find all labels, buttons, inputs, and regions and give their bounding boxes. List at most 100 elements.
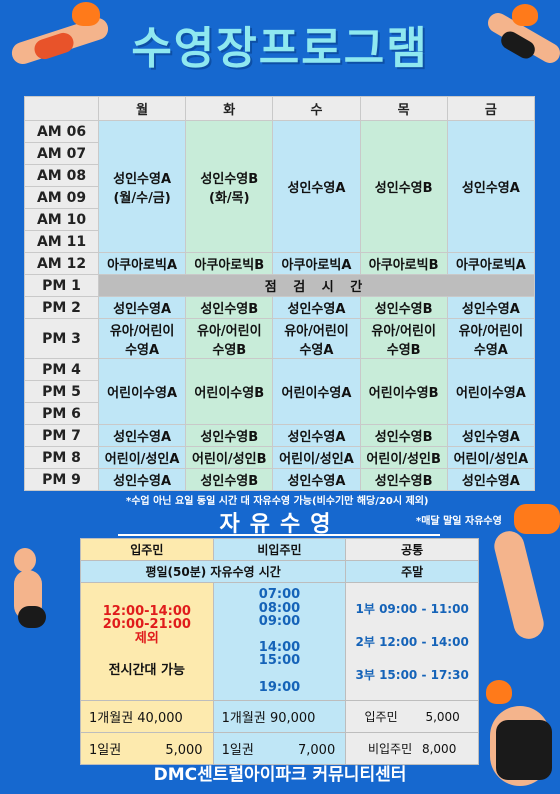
time-label: PM 6 bbox=[24, 402, 99, 425]
class-cell: 성인수영A bbox=[446, 468, 536, 491]
table-row: AM 12 아쿠아로빅A 아쿠아로빅B 아쿠아로빅A 아쿠아로빅B 아쿠아로빅A bbox=[24, 252, 536, 275]
resident-excluded-times: 12:00-14:00 20:00-21:00 제외 bbox=[102, 603, 191, 646]
class-cell: 성인수영A bbox=[272, 424, 361, 447]
time-label: PM 8 bbox=[24, 446, 99, 469]
class-cell: 어린이수영B bbox=[359, 358, 448, 425]
time-label: PM 2 bbox=[24, 296, 99, 319]
table-row: 12:00-14:00 20:00-21:00 제외 전시간대 가능 07:00… bbox=[80, 582, 479, 701]
common-resident-price: 입주민 5,000 bbox=[345, 700, 479, 733]
table-row: 입주민 비입주민 공통 bbox=[80, 538, 479, 561]
weekend-sessions-cell: 1부 09:00 - 11:00 2부 12:00 - 14:00 3부 15:… bbox=[345, 582, 479, 701]
day-header-wed: 수 bbox=[272, 96, 361, 121]
class-cell: 성인수영A bbox=[446, 296, 536, 319]
class-cell: 성인수영A bbox=[97, 468, 187, 491]
header-nonresident: 비입주민 bbox=[212, 538, 347, 561]
nonresident-times-morning: 07:00 08:00 09:00 bbox=[258, 586, 301, 630]
header-common: 공통 bbox=[345, 538, 479, 561]
class-cell: 어린이/성인A bbox=[272, 446, 361, 469]
class-cell: 성인수영B bbox=[359, 468, 448, 491]
time-label: AM 10 bbox=[24, 208, 99, 231]
class-cell: 아쿠아로빅A bbox=[446, 252, 536, 275]
schedule-header-row: 월 화 수 목 금 bbox=[24, 96, 536, 121]
nonresident-times-afternoon: 14:00 15:00 bbox=[258, 639, 301, 669]
class-cell: 어린이수영B bbox=[185, 358, 274, 425]
nonresident-times-evening: 19:00 bbox=[258, 680, 301, 696]
time-label: PM 9 bbox=[24, 468, 99, 491]
price-value: 7,000 bbox=[298, 743, 336, 758]
time-label: PM 1 bbox=[24, 274, 99, 297]
table-row: 1개월권 40,000 1개월권 90,000 입주민 5,000 bbox=[80, 700, 479, 733]
class-cell: 유아/어린이 수영A bbox=[272, 318, 361, 359]
class-cell: 아쿠아로빅A bbox=[97, 252, 187, 275]
table-row: PM 3 유아/어린이 수영A 유아/어린이 수영B 유아/어린이 수영A 유아… bbox=[24, 318, 536, 359]
time-label: AM 07 bbox=[24, 142, 99, 165]
resident-hours-cell: 12:00-14:00 20:00-21:00 제외 전시간대 가능 bbox=[80, 582, 214, 701]
weekend-session-3: 3부 15:00 - 17:30 bbox=[355, 668, 469, 682]
time-label: AM 11 bbox=[24, 230, 99, 253]
table-row: PM 2 성인수영A 성인수영B 성인수영A 성인수영B 성인수영A bbox=[24, 296, 536, 319]
time-label: AM 12 bbox=[24, 252, 99, 275]
price-label: 비입주민 bbox=[367, 742, 413, 756]
time-label: PM 5 bbox=[24, 380, 99, 403]
free-swim-table: 입주민 비입주민 공통 평일(50분) 자유수영 시간 주말 12:00-14:… bbox=[79, 538, 479, 765]
class-cell: 유아/어린이 수영A bbox=[97, 318, 187, 359]
table-row: 평일(50분) 자유수영 시간 주말 bbox=[79, 560, 479, 583]
class-cell: 성인수영B bbox=[185, 296, 274, 319]
day-header-thu: 목 bbox=[359, 96, 448, 121]
class-label: 유아/어린이 수영A bbox=[284, 323, 349, 358]
month-end-note: *매달 말일 자유수영 bbox=[416, 516, 502, 527]
class-cell: 성인수영B bbox=[359, 296, 448, 319]
time-label: AM 08 bbox=[24, 164, 99, 187]
class-label: 유아/어린이 수영A bbox=[109, 323, 175, 358]
class-cell: 어린이/성인B bbox=[359, 446, 448, 469]
day-header-mon: 월 bbox=[97, 96, 187, 121]
nonresident-hours-cell: 07:00 08:00 09:00 14:00 15:00 19:00 bbox=[212, 582, 347, 701]
corner-cell bbox=[24, 96, 99, 121]
class-cell: 유아/어린이 수영B bbox=[359, 318, 448, 359]
resident-all-times: 전시간대 가능 bbox=[108, 663, 185, 679]
class-cell: 성인수영A bbox=[272, 468, 361, 491]
free-swim-note: *수업 아닌 요일 동일 시간 대 자유수영 가능(비수기만 해당/20시 제외… bbox=[126, 496, 429, 507]
class-tue-morning: 성인수영B (화/목) bbox=[185, 120, 274, 253]
poster: 수영장프로그램 월 화 수 목 금 AM 06 성인수영A (월/수/금) 성인… bbox=[0, 0, 560, 794]
class-cell: 성인수영A bbox=[272, 296, 361, 319]
class-thu-morning: 성인수영B bbox=[359, 120, 448, 253]
weekend-label: 주말 bbox=[345, 560, 479, 583]
price-value: 5,000 bbox=[425, 710, 460, 724]
day-header-fri: 금 bbox=[446, 96, 536, 121]
footer-center-name: DMC센트럴아이파크 커뮤니티센터 bbox=[153, 765, 407, 785]
price-value: 5,000 bbox=[165, 743, 203, 758]
class-cell: 성인수영A bbox=[446, 424, 536, 447]
class-cell: 성인수영B bbox=[359, 424, 448, 447]
table-row: PM 4 어린이수영A 어린이수영B 어린이수영A 어린이수영B 어린이수영A bbox=[24, 358, 536, 425]
class-label: 유아/어린이 수영B bbox=[197, 323, 262, 358]
day-header-tue: 화 bbox=[185, 96, 274, 121]
header-resident: 입주민 bbox=[80, 538, 214, 561]
class-cell: 성인수영B bbox=[185, 468, 274, 491]
time-label: PM 4 bbox=[24, 358, 99, 381]
nonresident-monthly-price: 1개월권 90,000 bbox=[212, 700, 347, 733]
schedule-table: 월 화 수 목 금 AM 06 성인수영A (월/수/금) 성인수영B (화/목… bbox=[24, 96, 536, 491]
title-underline bbox=[118, 534, 440, 536]
class-label: 성인수영A (월/수/금) bbox=[113, 171, 172, 206]
price-label: 1일권 bbox=[221, 743, 254, 758]
class-cell: 아쿠아로빅A bbox=[272, 252, 361, 275]
class-cell: 어린이수영A bbox=[97, 358, 187, 425]
class-label: 성인수영A bbox=[287, 181, 346, 196]
class-label: 성인수영B (화/목) bbox=[200, 171, 259, 206]
class-fri-morning: 성인수영A bbox=[446, 120, 536, 253]
swimmer-left-illustration bbox=[0, 520, 70, 640]
weekday-hours-label: 평일(50분) 자유수영 시간 bbox=[79, 560, 347, 583]
table-row: PM 7 성인수영A 성인수영B 성인수영A 성인수영B 성인수영A bbox=[24, 424, 536, 447]
class-cell: 성인수영A bbox=[97, 424, 187, 447]
weekend-session-1: 1부 09:00 - 11:00 bbox=[355, 602, 469, 616]
class-label: 유아/어린이 수영A bbox=[458, 323, 524, 358]
inspection-cell: 점 검 시 간 bbox=[98, 274, 535, 297]
class-cell: 아쿠아로빅B bbox=[185, 252, 274, 275]
time-label: PM 3 bbox=[24, 318, 99, 359]
class-cell: 어린이수영A bbox=[272, 358, 361, 425]
page-title: 수영장프로그램 bbox=[131, 23, 429, 74]
class-wed-morning: 성인수영A bbox=[272, 120, 361, 253]
class-cell: 어린이수영A bbox=[446, 358, 536, 425]
class-label: 유아/어린이 수영B bbox=[371, 323, 436, 358]
